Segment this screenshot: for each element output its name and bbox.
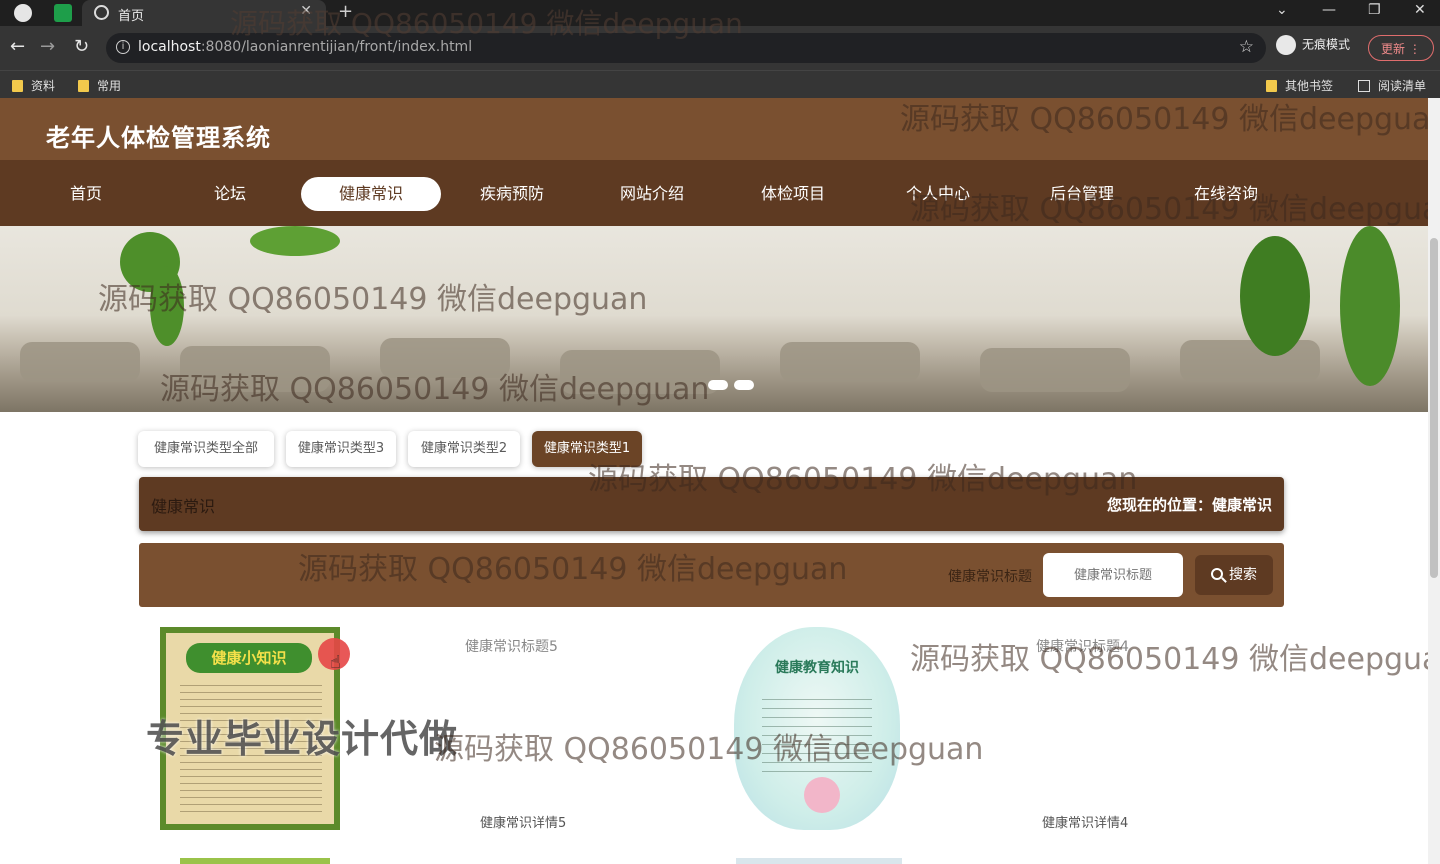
reading-list[interactable]: 阅读清单 [1358,77,1426,94]
search-panel: 健康常识标题 搜索 [139,543,1284,607]
tab-title: 首页 [118,9,145,24]
minimize-icon[interactable]: — [1322,2,1336,18]
reading-list-icon [1358,80,1370,92]
flower-illustration [804,777,840,813]
incognito-indicator[interactable]: 无痕模式 [1276,35,1350,55]
carousel-dot[interactable] [734,380,754,390]
bookmarks-bar: 资料 常用 其他书签 阅读清单 [0,70,1440,98]
poster-heading: 健康教育知识 [775,660,859,676]
poster-heading: 健康小知识 [186,643,312,673]
mouse-cursor-indicator: ☝ [318,638,350,673]
page-scrollbar[interactable] [1428,98,1440,864]
url-text[interactable]: localhost:8080/laonianrentijian/front/in… [138,39,472,55]
card-image[interactable] [180,858,330,864]
nav-forum[interactable]: 论坛 [160,177,300,211]
nav-disease-prevention[interactable]: 疾病预防 [442,177,582,211]
promo-overlay: 专业毕业设计代做 [146,717,459,761]
section-label: 健康常识 [151,497,216,516]
card-title[interactable]: 健康常识标题5 [465,636,558,656]
bookmark-folder[interactable]: 常用 [78,77,121,94]
nav-online-consult[interactable]: 在线咨询 [1156,177,1296,211]
banner-stone [20,342,140,382]
reload-icon[interactable]: ↻ [74,36,89,57]
watermark: 源码获取 QQ86050149 微信deepguan [910,642,1440,677]
banner-stone [180,346,330,392]
restore-icon[interactable]: ❐ [1368,2,1381,18]
section-header: 健康常识 您现在的位置：健康常识 [139,477,1284,531]
bookmark-folder[interactable]: 资料 [12,77,55,94]
hand-pointer-icon: ☝ [330,652,341,673]
nav-personal-center[interactable]: 个人中心 [868,177,1008,211]
banner-leaves [150,266,184,346]
nav-admin[interactable]: 后台管理 [1012,177,1152,211]
search-button[interactable]: 搜索 [1195,555,1273,595]
app-icon[interactable] [54,4,72,22]
card-image[interactable]: 健康教育知识 [734,627,900,830]
folder-icon [1266,80,1277,92]
card-title[interactable]: 健康常识标题4 [1036,636,1129,656]
banner-stone [380,338,510,378]
banner-leaves [1340,226,1400,386]
browser-tab-bar: 首页 ✕ + ⌄ — ❐ ✕ [0,0,1440,26]
bookmark-star-icon[interactable]: ☆ [1239,37,1254,57]
banner-leaves [1240,236,1310,356]
browser-tab[interactable]: 首页 ✕ [82,0,326,26]
chevron-down-icon[interactable]: ⌄ [1276,2,1288,18]
browser-profile-icon[interactable] [14,4,32,22]
folder-icon [12,80,23,92]
banner-stone [980,348,1130,392]
search-input[interactable] [1043,553,1183,597]
breadcrumb: 您现在的位置：健康常识 [1106,496,1272,514]
card-detail[interactable]: 健康常识详情4 [1042,812,1128,831]
nav-site-intro[interactable]: 网站介绍 [582,177,722,211]
banner-leaves [250,226,340,256]
banner-carousel[interactable] [0,226,1428,412]
search-label: 健康常识标题 [948,569,1032,585]
carousel-dot[interactable] [708,380,728,390]
forward-icon[interactable]: → [40,36,55,57]
folder-icon [78,80,89,92]
globe-icon [94,5,109,20]
incognito-icon [1276,35,1296,55]
new-tab-icon[interactable]: + [338,1,353,22]
category-type2[interactable]: 健康常识类型2 [408,431,520,467]
url-bar[interactable]: i localhost:8080/laonianrentijian/front/… [106,33,1266,63]
category-type1[interactable]: 健康常识类型1 [532,431,642,467]
poster-text-lines [762,699,872,779]
nav-home[interactable]: 首页 [16,177,156,211]
nav-checkup-items[interactable]: 体检项目 [723,177,863,211]
banner-stone [560,350,720,394]
watermark: 源码获取 QQ86050149 微信deepguan [434,732,984,767]
nav-health-knowledge[interactable]: 健康常识 [301,177,441,211]
site-title: 老年人体检管理系统 [46,124,271,152]
close-window-icon[interactable]: ✕ [1414,2,1426,18]
back-icon[interactable]: ← [10,36,25,57]
banner-stone [780,342,920,382]
update-button[interactable]: 更新 ⋮ [1368,35,1434,61]
other-bookmarks[interactable]: 其他书签 [1266,77,1333,94]
close-tab-icon[interactable]: ✕ [300,3,312,19]
search-icon [1211,568,1223,580]
category-all[interactable]: 健康常识类型全部 [138,431,274,467]
banner-stone [1180,340,1320,382]
address-toolbar: ← → ↻ i localhost:8080/laonianrentijian/… [0,26,1440,70]
card-detail[interactable]: 健康常识详情5 [480,812,566,831]
scrollbar-thumb[interactable] [1430,238,1438,578]
site-info-icon[interactable]: i [116,40,130,54]
card-image[interactable] [736,858,902,864]
category-type3[interactable]: 健康常识类型3 [286,431,396,467]
